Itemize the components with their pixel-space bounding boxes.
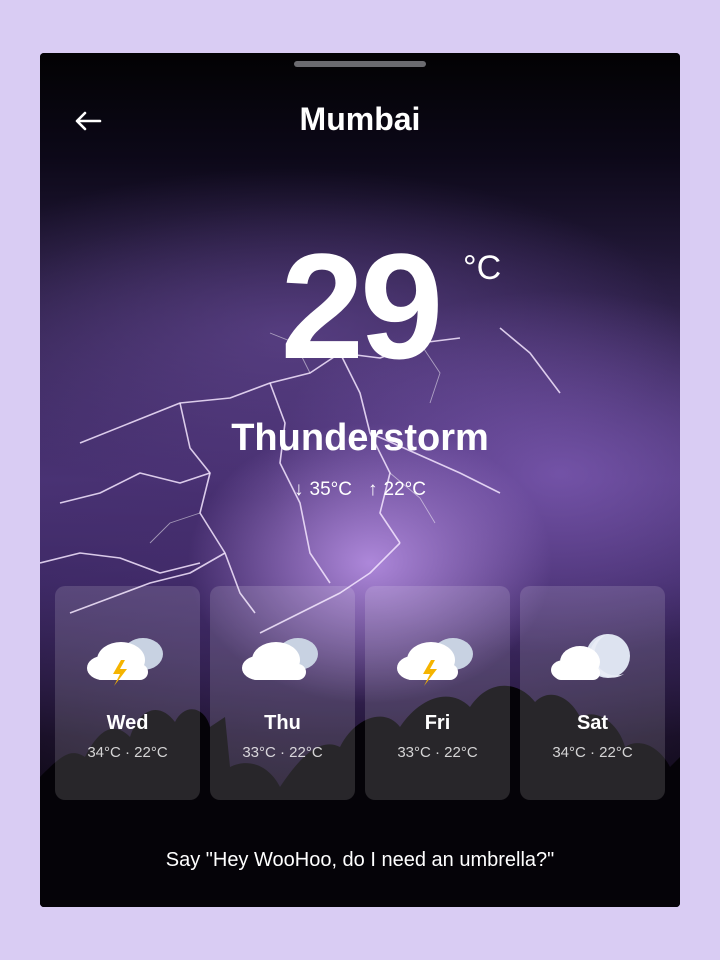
temperature-range: ↓ 35°C ↑ 22°C bbox=[40, 479, 680, 501]
forecast-day: Fri bbox=[424, 712, 451, 734]
thunderstorm-cloud-icon bbox=[397, 638, 473, 686]
temperature-unit: °C bbox=[463, 249, 502, 287]
city-title: Mumbai bbox=[299, 101, 421, 137]
arrow-up-icon: ↑ bbox=[368, 479, 378, 500]
forecast-temps: 33°C · 22°C bbox=[397, 744, 478, 761]
weather-condition: Thunderstorm bbox=[231, 417, 489, 459]
arrow-down-icon: ↓ bbox=[294, 479, 304, 500]
low-temperature: ↓ 35°C bbox=[294, 479, 352, 500]
forecast-card-thu[interactable]: Thu 33°C · 22°C bbox=[210, 586, 355, 800]
high-temperature: ↑ 22°C bbox=[368, 479, 426, 500]
cloudy-night-icon bbox=[551, 634, 630, 680]
current-temperature: 29 bbox=[280, 222, 444, 390]
forecast-card-wed[interactable]: Wed 34°C · 22°C bbox=[55, 586, 200, 800]
forecast-temps: 33°C · 22°C bbox=[242, 744, 323, 761]
forecast-temps: 34°C · 22°C bbox=[552, 744, 633, 761]
thunderstorm-cloud-icon bbox=[87, 638, 163, 686]
forecast-day: Wed bbox=[106, 712, 149, 734]
voice-assistant-prompt: Say "Hey WooHoo, do I need an umbrella?" bbox=[165, 849, 555, 871]
forecast-day: Sat bbox=[576, 712, 609, 734]
forecast-card-fri[interactable]: Fri 33°C · 22°C bbox=[365, 586, 510, 800]
forecast-temps: 34°C · 22°C bbox=[87, 744, 168, 761]
forecast-list: Wed 34°C · 22°C Thu 33°C · 22°C Fri 33°C bbox=[55, 586, 665, 800]
forecast-day: Thu bbox=[264, 712, 301, 734]
cloudy-icon bbox=[242, 638, 318, 680]
forecast-card-sat[interactable]: Sat 34°C · 22°C bbox=[520, 586, 665, 800]
sheet-grabber[interactable] bbox=[294, 61, 426, 67]
weather-screen: Mumbai 29 °C Thunderstorm ↓ 35°C ↑ 22°C We… bbox=[40, 53, 680, 907]
